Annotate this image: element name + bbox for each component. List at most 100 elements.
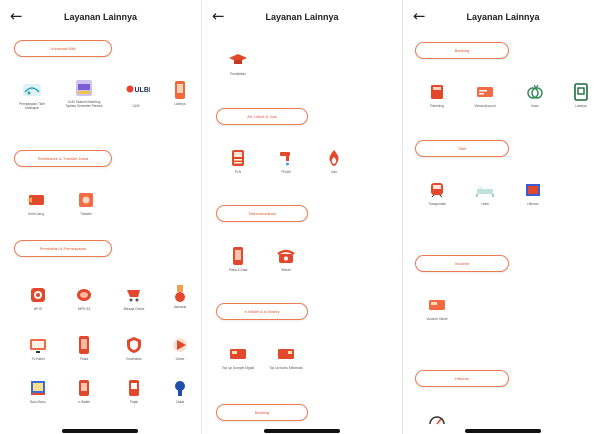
service-tile[interactable]: Pendidikan [218,50,258,76]
student-system-icon [74,78,94,98]
screen-3: ← Layanan Lainnya Banking Rekening Virtu… [403,0,603,434]
service-label: Belanja Online [123,307,145,311]
service-tile[interactable]: Hotel [465,180,505,206]
service-tile[interactable]: Virtual Account [465,82,505,108]
svg-text:ULBI: ULBI [135,87,151,94]
service-label: Top Up Kartu Elektronik [269,366,303,370]
service-tile[interactable]: Zakat [160,378,200,404]
telephone-icon [276,246,296,266]
service-tile[interactable]: Kirim Uang [16,190,56,216]
section-header-ewallet[interactable]: e-Wallet & e-Money [216,303,308,320]
service-tile[interactable]: Voucher Game [417,295,457,321]
bank-app-icon [571,82,591,102]
service-label: Hotel [481,202,489,206]
service-tile[interactable]: Top Up Kartu Elektronik [266,344,306,370]
app-header: ← Layanan Lainnya [202,0,402,34]
service-label: Kartu [531,104,539,108]
phone-card-icon [170,80,190,100]
service-tile[interactable]: Transportasi [417,180,457,206]
service-tile[interactable]: TV Kabel [18,335,58,361]
book-icon [28,378,48,398]
service-tile[interactable]: Hiburan [513,180,553,206]
gift-card-icon [427,295,447,315]
service-tile[interactable]: Buku Buku [18,378,58,404]
airplane-icon [22,80,42,100]
service-label: Asuransi [173,305,187,309]
water-tap-icon [276,148,296,168]
service-tile[interactable] [417,410,457,430]
home-indicator [465,429,541,433]
section-header-utilities[interactable]: Air, Listrik & Gas [216,108,308,125]
service-label: TV Kabel [31,357,45,361]
section-header-banking[interactable]: Banking [415,42,509,59]
service-tile[interactable]: Lainnya [160,80,200,106]
bed-icon [475,180,495,200]
section-header-tiket[interactable]: Tiket [415,140,509,157]
service-label: PDAM [281,170,291,174]
service-label: Transportasi [428,202,446,206]
service-tile[interactable]: PLN [218,148,258,174]
service-tile[interactable]: Belanja Online [114,285,154,311]
service-tile[interactable]: Telkom [266,246,306,272]
service-tile[interactable]: Pulsa & Data [218,246,258,272]
section-header-remittance[interactable]: Remittance & Transfer Dana [14,150,112,167]
service-label: Zakat [176,400,184,404]
service-label: ULBI Student Matching System Semester Pe… [65,100,103,108]
service-tile[interactable]: Pajak [114,378,154,404]
service-tile[interactable]: Kartu [515,82,555,108]
service-tile[interactable]: Asuransi [160,283,200,309]
service-tile[interactable]: MPN G3 [64,285,104,311]
service-label: Buku Buku [30,400,46,404]
service-label: Kesehatan [126,357,142,361]
tv-icon [28,335,48,355]
section-header-pembelian[interactable]: Pembelian & Pembayaran [14,240,112,257]
app-header: ← Layanan Lainnya [0,0,201,34]
service-label: Pendidikan [230,72,246,76]
service-label: Game [175,357,185,361]
bpjs-icon [28,285,48,305]
service-tile[interactable]: ULBI ULBI [116,82,156,108]
service-tile[interactable]: Game [160,335,200,361]
train-icon [427,180,447,200]
coin-icon [74,285,94,305]
service-tile[interactable]: BPJS [18,285,58,311]
service-label: Pajak [130,400,138,404]
service-label: MPN G3 [77,307,91,311]
service-tile[interactable]: Pulsa [64,335,104,361]
cart-icon [124,285,144,305]
service-label: Lainnya [174,102,186,106]
service-tile[interactable]: Top Up Dompet Digital [218,344,258,370]
service-tile[interactable]: Kesehatan [114,335,154,361]
home-indicator [62,429,138,433]
section-header-hiburan[interactable]: Hiburan [415,370,509,387]
service-label: Gas [331,170,337,174]
page-title: Layanan Lainnya [265,12,339,22]
service-tile[interactable]: PDAM [266,148,306,174]
service-label: Lainnya [575,104,587,108]
section-header-telecom[interactable]: Telekomunikasi [216,205,308,222]
service-tile[interactable]: ULBI Student Matching System Semester Pe… [64,78,104,108]
service-label: Pulsa & Data [228,268,248,272]
screen-2: ← Layanan Lainnya Pendidikan Air, Listri… [202,0,402,434]
section-header-voucher[interactable]: Voucher [415,255,509,272]
service-tile[interactable]: Pembayaran Tiket Maskapai [12,80,52,110]
service-label: Transfer [80,212,92,216]
service-label: Pembayaran Tiket Maskapai [19,102,45,110]
service-tile[interactable]: Transfer [66,190,106,216]
service-tile[interactable]: e-Wallet [64,378,104,404]
service-tile[interactable]: Lainnya [561,82,601,108]
service-label: Hiburan [527,202,539,206]
section-header-banking[interactable]: Banking [216,404,308,421]
service-label: PLN [234,170,242,174]
speedometer-icon [427,410,447,430]
ulbi-logo-icon: ULBI [126,82,151,102]
section-header-universal-bills[interactable]: Universal Bills [14,40,112,57]
service-tile[interactable]: Rekening [417,82,457,108]
service-label: Top Up Dompet Digital [222,366,254,370]
app-header: ← Layanan Lainnya [403,0,603,34]
tax-icon [124,378,144,398]
service-tile[interactable]: Gas [314,148,354,174]
page-title: Layanan Lainnya [63,12,138,22]
va-card-icon [475,82,495,102]
service-label: Voucher Game [426,317,448,321]
